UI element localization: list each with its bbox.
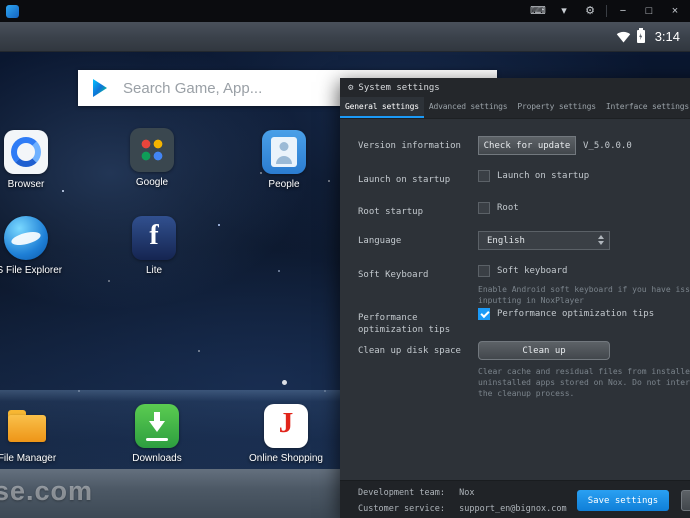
check-for-update-button[interactable]: Check for update	[478, 136, 576, 155]
browser-icon	[4, 130, 48, 174]
window-titlebar: ⌨ ▾ ⚙ − □ ×	[0, 0, 690, 22]
app-label: Lite	[145, 265, 163, 276]
app-label: People	[268, 179, 300, 190]
system-settings-dialog: ⚙ System settings General settings Advan…	[340, 78, 690, 518]
soft-keyboard-label: Soft Keyboard	[358, 270, 429, 280]
maximize-button[interactable]: □	[636, 0, 662, 22]
settings-tab-bar: General settings Advanced settings Prope…	[340, 97, 690, 119]
app-label: Google	[135, 177, 169, 188]
close-button[interactable]: ×	[662, 0, 688, 22]
cleanup-hint: Clear cache and residual files from inst…	[478, 367, 690, 398]
language-selected-value: English	[487, 235, 525, 246]
language-label: Language	[358, 236, 402, 246]
launch-checkbox-label: Launch on startup	[497, 171, 590, 181]
app-file-manager[interactable]: File Manager	[0, 404, 59, 464]
watermark-text: se.com	[0, 476, 94, 506]
facebook-lite-icon	[132, 216, 176, 260]
gear-icon[interactable]: ⚙	[577, 0, 603, 22]
titlebar-divider	[606, 5, 607, 17]
performance-checkbox-label: Performance optimization tips	[497, 309, 655, 319]
root-checkbox-label: Root	[497, 203, 519, 213]
app-folder-google[interactable]: Google	[120, 128, 184, 188]
version-label: Version information	[358, 141, 461, 151]
file-manager-icon	[5, 404, 49, 448]
dev-team-label: Development team:	[358, 488, 445, 498]
chevron-down-icon[interactable]: ▾	[551, 0, 577, 22]
soft-keyboard-checkbox-label: Soft keyboard	[497, 266, 568, 276]
language-select[interactable]: English	[478, 231, 610, 250]
people-icon	[262, 130, 306, 174]
dialog-titlebar: ⚙ System settings	[340, 78, 690, 97]
wifi-icon	[616, 31, 630, 42]
minimize-button[interactable]: −	[610, 0, 636, 22]
nox-logo	[6, 4, 19, 18]
search-placeholder: Search Game, App...	[123, 79, 263, 97]
app-es-file-explorer[interactable]: ES File Explorer	[0, 216, 62, 276]
google-folder-icon	[130, 128, 174, 172]
dev-team-value: Nox	[459, 488, 475, 498]
battery-icon	[636, 28, 645, 43]
dialog-footer: Development team: Nox Customer service: …	[340, 480, 690, 518]
keyboard-icon[interactable]: ⌨	[525, 0, 551, 22]
app-label: Browser	[7, 179, 45, 190]
performance-tips-checkbox[interactable]	[478, 308, 490, 320]
app-label: Downloads	[132, 453, 182, 464]
performance-label: Performance optimization tips	[358, 313, 451, 335]
soft-keyboard-checkbox[interactable]	[478, 265, 490, 277]
tab-interface-settings[interactable]: Interface settings	[601, 97, 690, 118]
app-label: Online Shopping	[249, 453, 323, 464]
page-indicator-dot	[282, 380, 287, 385]
android-status-bar: 3:14	[0, 22, 690, 52]
app-facebook-lite[interactable]: Lite	[122, 216, 186, 276]
es-file-explorer-icon	[4, 216, 48, 260]
downloads-icon	[135, 404, 179, 448]
status-clock: 3:14	[654, 29, 680, 44]
app-label: ES File Explorer	[0, 265, 63, 276]
tab-general-settings[interactable]: General settings	[340, 97, 424, 118]
app-label: File Manager	[0, 453, 57, 464]
soft-keyboard-hint: Enable Android soft keyboard if you have…	[478, 285, 690, 305]
online-shopping-icon	[264, 404, 308, 448]
launch-on-startup-checkbox[interactable]	[478, 170, 490, 182]
root-checkbox[interactable]	[478, 202, 490, 214]
root-label: Root startup	[358, 207, 424, 217]
select-spinner-icon	[598, 235, 604, 245]
partial-clipped-button[interactable]	[681, 490, 690, 511]
google-play-icon	[91, 78, 109, 98]
app-browser[interactable]: Browser	[0, 130, 58, 190]
settings-gear-icon: ⚙	[348, 82, 354, 93]
cleanup-label: Clean up disk space	[358, 346, 461, 356]
tab-advanced-settings[interactable]: Advanced settings	[424, 97, 512, 118]
version-value: V_5.0.0.0	[583, 140, 632, 151]
tab-property-settings[interactable]: Property settings	[512, 97, 600, 118]
app-people[interactable]: People	[252, 130, 316, 190]
app-downloads[interactable]: Downloads	[125, 404, 189, 464]
nox-player-window: ⌨ ▾ ⚙ − □ × 3:14 se.com Search Game, App…	[0, 0, 690, 518]
save-settings-button[interactable]: Save settings	[577, 490, 669, 511]
clean-up-button[interactable]: Clean up	[478, 341, 610, 360]
dialog-title: System settings	[358, 82, 440, 93]
customer-service-value: support_en@bignox.com	[459, 504, 567, 514]
app-online-shopping[interactable]: Online Shopping	[249, 404, 323, 464]
customer-service-label: Customer service:	[358, 504, 445, 514]
launch-label: Launch on startup	[358, 175, 451, 185]
